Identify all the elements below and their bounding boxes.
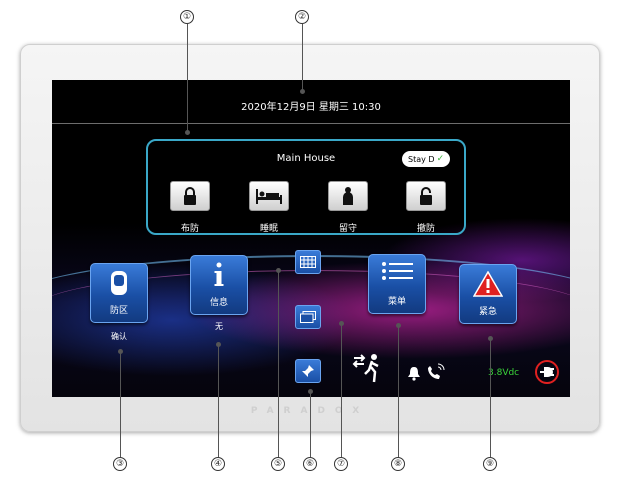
info-status: 无: [215, 322, 223, 331]
sensor-icon: [111, 271, 127, 295]
keypad-button[interactable]: [295, 250, 321, 274]
warning-icon: [473, 271, 503, 297]
person-icon: [343, 187, 353, 205]
leader-dot-2: [300, 89, 305, 94]
status-badge-label: Stay D: [408, 154, 435, 164]
callout-4: ④: [211, 457, 225, 471]
callout-6: ⑥: [303, 457, 317, 471]
stay-button[interactable]: [328, 181, 368, 211]
sleep-label: 睡眠: [259, 224, 278, 234]
callout-2: ②: [295, 10, 309, 24]
arm-button[interactable]: [170, 181, 210, 211]
leader-line-7: [341, 322, 342, 457]
arm-label: 布防: [180, 224, 199, 234]
ac-power-button[interactable]: [535, 360, 559, 384]
panic-button[interactable]: 紧急: [459, 264, 517, 324]
info-button[interactable]: 信息: [190, 255, 248, 315]
touchscreen: 2020年12月9日 星期三 10:30 Main House Stay D ✓…: [52, 80, 570, 397]
callout-5: ⑤: [271, 457, 285, 471]
screens-icon: [300, 311, 316, 323]
exit-running-man-icon[interactable]: [352, 352, 382, 384]
callout-7: ⑦: [334, 457, 348, 471]
leader-line-4: [218, 343, 219, 457]
menu-label: 菜单: [387, 297, 406, 307]
leader-dot-8: [396, 323, 401, 328]
lock-open-icon: [420, 187, 432, 205]
leader-line-6: [310, 390, 311, 457]
keypad-grid-icon: [300, 256, 316, 268]
battery-voltage: 3.8Vdc: [488, 368, 520, 378]
zones-label: 防区: [109, 306, 128, 316]
leader-line-1: [187, 24, 188, 132]
disarm-button[interactable]: [406, 181, 446, 211]
menu-button[interactable]: 菜单: [368, 254, 426, 314]
lock-closed-icon: [184, 187, 196, 205]
leader-dot-9: [488, 336, 493, 341]
info-label: 信息: [209, 298, 228, 308]
stay-label: 留守: [338, 224, 357, 234]
pin-button[interactable]: [295, 359, 321, 383]
leader-dot-7: [339, 321, 344, 326]
leader-line-2: [302, 24, 303, 90]
panic-label: 紧急: [478, 307, 497, 317]
callout-3: ③: [113, 457, 127, 471]
leader-line-8: [398, 325, 399, 457]
bell-icon: [408, 367, 420, 381]
zones-button[interactable]: 防区: [90, 263, 148, 323]
leader-dot-6: [308, 389, 313, 394]
date-time: 2020年12月9日 星期三 10:30: [241, 102, 381, 113]
header-divider: [52, 123, 570, 124]
pin-icon: [302, 365, 314, 377]
menu-list-icon: [382, 262, 413, 280]
leader-dot-4: [216, 342, 221, 347]
callout-8: ⑧: [391, 457, 405, 471]
leader-dot-3: [118, 349, 123, 354]
phone-icon: [428, 363, 445, 379]
zones-status: 确认: [111, 332, 127, 341]
leader-dot-5: [276, 268, 281, 273]
status-badge: Stay D ✓: [402, 151, 451, 167]
bed-icon: [256, 189, 282, 204]
leader-line-5: [278, 270, 279, 457]
callout-1: ①: [180, 10, 194, 24]
check-icon: ✓: [436, 154, 445, 164]
info-icon: [214, 262, 224, 286]
leader-line-9: [490, 338, 491, 457]
leader-line-3: [120, 350, 121, 457]
disarm-label: 撤防: [416, 224, 435, 234]
area-panel: Main House Stay D ✓ 布防 睡眠 留守 撤防: [146, 139, 466, 235]
ac-power-plug-icon: [540, 367, 554, 377]
screens-button[interactable]: [295, 305, 321, 329]
sleep-button[interactable]: [249, 181, 289, 211]
leader-dot-1: [185, 130, 190, 135]
callout-9: ⑨: [483, 457, 497, 471]
